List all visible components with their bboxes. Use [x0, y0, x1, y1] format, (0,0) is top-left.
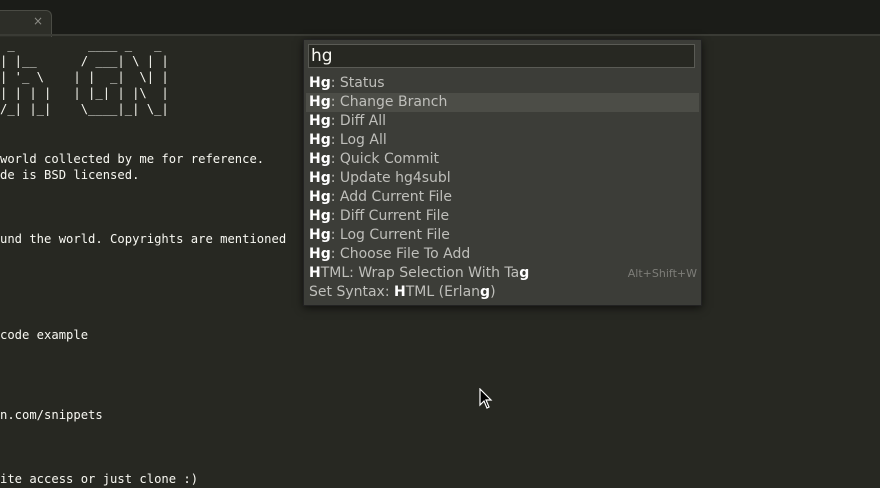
command-item-diff-all[interactable]: Hg: Diff All	[306, 112, 699, 131]
command-match-text: Hg	[309, 113, 331, 129]
command-label-text: n	[471, 284, 481, 300]
command-label-text: : Quick Commit	[330, 151, 439, 167]
command-palette-input[interactable]	[308, 44, 695, 68]
command-match-text: H	[309, 265, 321, 281]
command-label-text: : Diff All	[330, 113, 387, 129]
close-icon[interactable]: ×	[33, 14, 43, 28]
code-line: n.com/snippets	[0, 408, 103, 422]
command-label-text: : Log All	[330, 132, 387, 148]
command-item-html-wrap-selection[interactable]: HTML: Wrap Selection With Tag Alt+Shift+W	[306, 264, 699, 283]
command-item-set-syntax-html-erlang[interactable]: Set Syntax: HTML (Erlang)	[306, 283, 699, 302]
command-label-text: : Choose File To Add	[330, 246, 471, 262]
command-match-text: Hg	[309, 208, 331, 224]
code-line: code example	[0, 328, 89, 342]
command-match-text: Hg	[309, 246, 331, 262]
command-match-text: Hg	[309, 132, 331, 148]
command-item-status[interactable]: Hg: Status	[306, 74, 699, 93]
code-line: | | | | | |_| | |\ |	[0, 86, 169, 100]
command-label-text: Set Syntax:	[309, 284, 395, 300]
command-item-quick-commit[interactable]: Hg: Quick Commit	[306, 150, 699, 169]
command-match-text: Hg	[309, 94, 331, 110]
command-item-change-branch[interactable]: Hg: Change Branch	[306, 93, 699, 112]
command-label-text: : Change Branch	[330, 94, 448, 110]
arrow-cursor-icon	[479, 388, 493, 409]
command-item-log-all[interactable]: Hg: Log All	[306, 131, 699, 150]
command-label-text: : Update hg4subl	[330, 170, 451, 186]
code-line: /_| |_| \____|_| \_|	[0, 102, 169, 116]
command-match-text: Hg	[309, 170, 331, 186]
code-line: de is BSD licensed.	[0, 168, 140, 182]
command-label-text: )	[490, 284, 496, 300]
editor-tab[interactable]: ×	[0, 10, 52, 37]
command-palette: Hg: StatusHg: Change BranchHg: Diff AllH…	[303, 39, 702, 306]
command-match-text: Hg	[309, 151, 331, 167]
code-line: world collected by me for reference.	[0, 152, 265, 166]
code-line: | |__ / ___| \ | |	[0, 54, 169, 68]
command-match-text: Hg	[309, 189, 331, 205]
command-item-diff-current-file[interactable]: Hg: Diff Current File	[306, 207, 699, 226]
command-label-text: TML: Wrap Selection With Ta	[320, 265, 520, 281]
command-label-text: : Status	[330, 75, 385, 91]
command-label-text: : Add Current File	[330, 189, 452, 205]
command-match-text: Hg	[309, 75, 331, 91]
command-item-log-current-file[interactable]: Hg: Log Current File	[306, 226, 699, 245]
command-palette-list: Hg: Status Hg: Change Branch Hg: Diff All H…	[306, 74, 699, 302]
command-label-text: : Diff Current File	[330, 208, 450, 224]
command-match-text: g	[480, 284, 491, 300]
command-shortcut: Alt+Shift+W	[627, 267, 697, 280]
tab-bar: ×	[0, 0, 880, 37]
command-item-update-hg4subl[interactable]: Hg: Update hg4subl	[306, 169, 699, 188]
code-line: | '_ \ | | _| \| |	[0, 70, 169, 84]
code-line: ite access or just clone :)	[0, 472, 199, 486]
command-item-add-current-file[interactable]: Hg: Add Current File	[306, 188, 699, 207]
command-match-text: Hg	[309, 227, 331, 243]
command-match-text: H	[394, 284, 406, 300]
command-item-choose-file-to-add[interactable]: Hg: Choose File To Add	[306, 245, 699, 264]
command-match-text: g	[519, 265, 530, 281]
code-line: _ ____ _ _	[0, 38, 162, 52]
code-line: und the world. Copyrights are mentioned	[0, 232, 287, 246]
command-label-text: TML (Erla	[405, 284, 472, 300]
command-label-text: : Log Current File	[330, 227, 450, 243]
